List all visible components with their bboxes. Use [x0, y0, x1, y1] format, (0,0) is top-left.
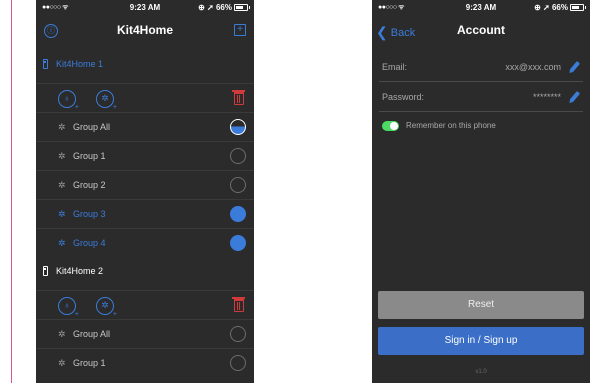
- group-row[interactable]: ✲ Group All: [36, 112, 254, 141]
- battery-icon: [234, 4, 250, 11]
- nav-bar: ❮ Back Account: [372, 16, 590, 44]
- group-row[interactable]: ✲ Group 1: [36, 348, 254, 377]
- password-label: Password:: [382, 92, 425, 102]
- nav-bar: ⓘ Kit4Home +: [36, 16, 254, 44]
- remember-row: Remember on this phone: [382, 120, 580, 134]
- page-margin-rule: [11, 0, 12, 383]
- page-title: Kit4Home: [116, 23, 173, 37]
- group-state-indicator[interactable]: [230, 355, 246, 371]
- group-icon: ✲: [58, 329, 66, 339]
- email-value: xxx@xxx.com: [505, 62, 561, 72]
- email-label: Email:: [382, 62, 408, 72]
- email-field[interactable]: Email: xxx@xxx.com: [379, 52, 583, 82]
- group-state-indicator[interactable]: [230, 326, 246, 342]
- add-group-button[interactable]: ✲ +: [96, 297, 117, 318]
- battery-icon: [570, 4, 586, 11]
- group-icon: ✲: [58, 209, 66, 219]
- group-icon: ✲: [58, 122, 66, 132]
- sign-in-button[interactable]: Sign in / Sign up: [378, 327, 584, 355]
- group-row[interactable]: ✲ Group 1: [36, 141, 254, 170]
- plus-icon: +: [74, 311, 79, 318]
- group-icon: ✲: [58, 238, 66, 248]
- add-box-icon[interactable]: +: [234, 24, 246, 36]
- group-icon: ✲: [101, 93, 109, 103]
- group-label: Group 3: [73, 209, 106, 219]
- group-icon: ✲: [58, 358, 66, 368]
- remember-label: Remember on this phone: [406, 121, 496, 130]
- status-bar: ●●○○○ ᯤ 9:23 AM ⊕ ➚ 66%: [36, 0, 254, 16]
- plus-icon: +: [74, 104, 79, 111]
- group-icon: ✲: [101, 300, 109, 310]
- device-actions: ♁ + ✲ +: [36, 290, 254, 320]
- group-row[interactable]: ✲ Group 4: [36, 228, 254, 257]
- plus-icon: +: [112, 311, 117, 318]
- group-label: Group 1: [73, 358, 106, 368]
- group-row[interactable]: ✲ Group 2: [36, 170, 254, 199]
- device-header[interactable]: Kit4Home 1: [36, 50, 254, 80]
- group-row[interactable]: ✲ Group All: [36, 319, 254, 348]
- group-state-indicator[interactable]: [230, 235, 246, 251]
- group-label: Group 4: [73, 238, 106, 248]
- device-label: Kit4Home 1: [56, 59, 104, 69]
- password-value: ********: [532, 92, 561, 102]
- group-state-indicator[interactable]: [230, 148, 246, 164]
- group-icon: ✲: [58, 151, 66, 161]
- pencil-icon[interactable]: [569, 91, 581, 102]
- group-state-indicator[interactable]: [230, 119, 246, 135]
- group-state-indicator[interactable]: [230, 206, 246, 222]
- device-icon: [43, 59, 48, 69]
- account-screen: ●●○○○ ᯤ 9:23 AM ⊕ ➚ 66% ❮ Back Account E…: [372, 0, 590, 383]
- device-label: Kit4Home 2: [56, 266, 104, 276]
- group-label: Group 1: [73, 151, 106, 161]
- trash-icon[interactable]: [232, 297, 245, 312]
- remember-toggle[interactable]: [382, 121, 399, 131]
- device-header[interactable]: Kit4Home 2: [36, 257, 254, 287]
- plus-icon: +: [112, 104, 117, 111]
- battery-percent: ⊕ ➚ 66%: [534, 3, 568, 12]
- group-label: Group All: [73, 329, 111, 339]
- trash-icon[interactable]: [232, 90, 245, 105]
- group-state-indicator[interactable]: [230, 177, 246, 193]
- add-bulb-button[interactable]: ♁ +: [58, 297, 79, 318]
- group-icon: ✲: [58, 180, 66, 190]
- status-bar: ●●○○○ ᯤ 9:23 AM ⊕ ➚ 66%: [372, 0, 590, 16]
- password-field[interactable]: Password: ********: [379, 82, 583, 112]
- group-label: Group All: [73, 122, 111, 132]
- add-bulb-button[interactable]: ♁ +: [58, 90, 79, 111]
- bulb-icon: ♁: [63, 300, 71, 310]
- version-label: v1.0: [475, 369, 487, 375]
- add-group-button[interactable]: ✲ +: [96, 90, 117, 111]
- group-label: Group 2: [73, 180, 106, 190]
- device-icon: [43, 266, 48, 276]
- device-actions: ♁ + ✲ +: [36, 83, 254, 113]
- bulb-icon: ♁: [63, 93, 71, 103]
- battery-percent: ⊕ ➚ 66%: [198, 3, 232, 12]
- reset-button[interactable]: Reset: [378, 291, 584, 319]
- group-row[interactable]: ✲ Group 3: [36, 199, 254, 228]
- page-title: Account: [457, 23, 505, 37]
- pencil-icon[interactable]: [569, 61, 581, 72]
- kit4home-screen: ●●○○○ ᯤ 9:23 AM ⊕ ➚ 66% ⓘ Kit4Home + Kit…: [36, 0, 254, 383]
